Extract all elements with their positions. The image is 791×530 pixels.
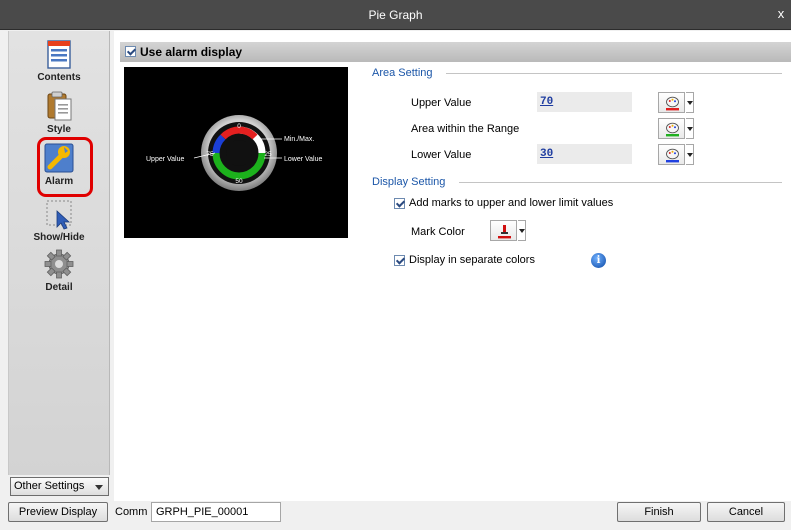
- alarm-wrench-icon: [44, 143, 74, 173]
- other-settings-dropdown[interactable]: Other Settings: [10, 477, 109, 496]
- upper-color-picker[interactable]: [658, 92, 694, 113]
- sidebar-item-contents[interactable]: Contents: [9, 37, 109, 83]
- finish-button[interactable]: Finish: [617, 502, 701, 522]
- sidebar-item-label: Detail: [45, 282, 73, 293]
- gauge-label-minmax: Min./Max.: [284, 136, 314, 143]
- mark-color-picker[interactable]: [490, 220, 526, 241]
- palette-icon: [666, 122, 679, 137]
- sidebar-item-label: Style: [47, 124, 71, 135]
- add-marks-checkbox[interactable]: [394, 198, 405, 209]
- cancel-button[interactable]: Cancel: [707, 502, 785, 522]
- gauge-preview: 0 25 50 75 Min./Max. Upper Value Lower V…: [124, 67, 348, 238]
- mark-color-icon: [498, 225, 511, 239]
- gauge-label-left: 75: [206, 151, 214, 158]
- sidebar-item-alarm[interactable]: Alarm: [9, 141, 109, 187]
- lower-value-label: Lower Value: [411, 149, 472, 161]
- sidebar-item-label: Contents: [37, 72, 81, 83]
- within-range-label: Area within the Range: [411, 123, 520, 135]
- upper-value-field[interactable]: 70: [537, 92, 632, 112]
- use-alarm-label: Use alarm display: [140, 45, 243, 59]
- gear-icon: [44, 249, 74, 279]
- sidebar-item-style[interactable]: Style: [9, 89, 109, 135]
- gauge-label-right: 25: [264, 151, 272, 158]
- sidebar-item-label: Alarm: [44, 176, 74, 187]
- chevron-down-icon[interactable]: [518, 220, 526, 241]
- sidebar: Contents Style Alarm Show/Hide Detail: [8, 31, 110, 475]
- area-setting-title: Area Setting: [372, 67, 433, 79]
- within-color-picker[interactable]: [658, 118, 694, 139]
- chevron-down-icon: [95, 485, 103, 490]
- gauge-label-top: 0: [237, 123, 241, 130]
- contents-icon: [47, 40, 71, 69]
- gauge-label-lower: Lower Value: [284, 156, 323, 163]
- palette-icon: [666, 96, 679, 111]
- palette-icon: [666, 148, 679, 163]
- lower-color-picker[interactable]: [658, 144, 694, 165]
- use-alarm-header: Use alarm display: [120, 42, 791, 62]
- other-settings-label: Other Settings: [14, 480, 85, 492]
- comm-field[interactable]: [151, 502, 281, 522]
- show-hide-icon: [46, 200, 72, 230]
- sidebar-item-label: Show/Hide: [33, 232, 85, 243]
- separate-colors-label: Display in separate colors: [409, 254, 535, 266]
- gauge-label-bottom: 50: [235, 178, 243, 185]
- add-marks-label: Add marks to upper and lower limit value…: [409, 197, 614, 209]
- sidebar-item-detail[interactable]: Detail: [9, 247, 109, 293]
- close-icon[interactable]: x: [773, 6, 789, 22]
- separate-colors-checkbox[interactable]: [394, 255, 405, 266]
- info-icon[interactable]: i: [591, 253, 606, 268]
- upper-value-label: Upper Value: [411, 97, 472, 109]
- lower-value-field[interactable]: 30: [537, 144, 632, 164]
- section-divider: [459, 182, 782, 183]
- use-alarm-checkbox[interactable]: [125, 46, 136, 57]
- mark-color-label: Mark Color: [411, 226, 465, 238]
- section-divider: [446, 73, 782, 74]
- upper-value-link[interactable]: 70: [540, 96, 553, 108]
- style-icon: [47, 91, 72, 121]
- gauge-label-upper: Upper Value: [146, 156, 185, 163]
- chevron-down-icon[interactable]: [686, 118, 694, 139]
- comm-label: Comm: [115, 506, 148, 518]
- preview-display-button[interactable]: Preview Display: [8, 502, 108, 522]
- window-title: Pie Graph: [368, 8, 423, 22]
- chevron-down-icon[interactable]: [686, 92, 694, 113]
- lower-value-link[interactable]: 30: [540, 148, 553, 160]
- chevron-down-icon[interactable]: [686, 144, 694, 165]
- display-setting-title: Display Setting: [372, 176, 446, 188]
- sidebar-item-show-hide[interactable]: Show/Hide: [9, 197, 109, 243]
- title-bar: Pie Graph x: [0, 0, 791, 30]
